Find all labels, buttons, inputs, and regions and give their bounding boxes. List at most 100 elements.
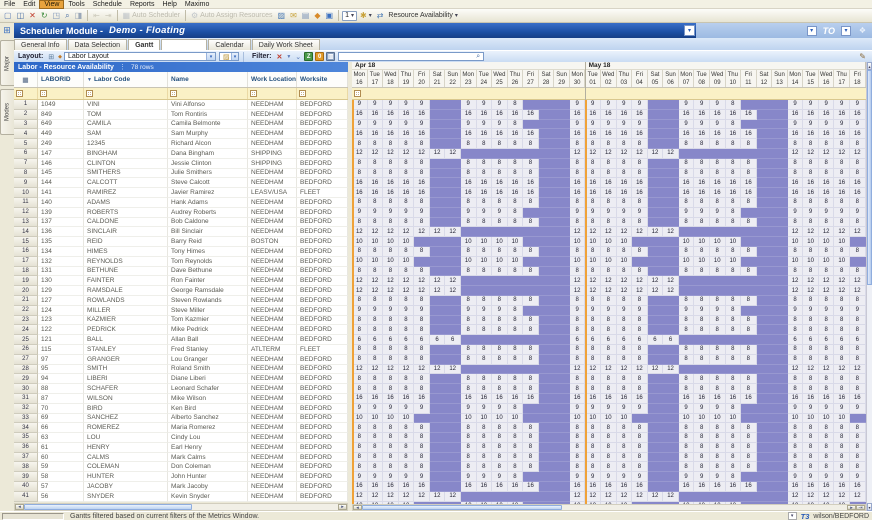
availability-cell[interactable]: 9 <box>850 119 866 130</box>
unavailable-cell[interactable] <box>523 207 539 218</box>
availability-cell[interactable]: 8 <box>632 217 648 228</box>
availability-cell[interactable]: 8 <box>507 384 524 394</box>
unavailable-cell[interactable] <box>647 188 664 198</box>
availability-cell[interactable]: 8 <box>507 344 524 355</box>
cell-name[interactable]: Javier Ramirez <box>168 188 248 198</box>
availability-cell[interactable]: 8 <box>492 139 508 149</box>
cell-worksite[interactable]: FLEET <box>297 188 348 198</box>
availability-cell[interactable]: 8 <box>616 374 633 385</box>
scroll-end-icon[interactable] <box>856 505 865 510</box>
availability-cell[interactable]: 12 <box>367 227 384 238</box>
unavailable-cell[interactable] <box>445 139 461 149</box>
unavailable-cell[interactable] <box>554 403 570 414</box>
unavailable-cell[interactable] <box>538 178 555 189</box>
cell-name[interactable]: Tom Kazmier <box>168 315 248 326</box>
unavailable-cell[interactable] <box>554 246 570 257</box>
availability-cell[interactable]: 10 <box>383 237 399 247</box>
availability-cell[interactable]: 8 <box>694 384 710 394</box>
mail-icon[interactable]: ✉ <box>288 10 299 22</box>
table-row[interactable]: 14 136 SINCLAIR Bill Sinclair NEEDHAM BEDFORD <box>14 227 348 238</box>
availability-cell[interactable]: 6 <box>352 335 368 345</box>
availability-cell[interactable]: 16 <box>492 188 508 198</box>
availability-cell[interactable]: 16 <box>725 482 742 492</box>
availability-cell[interactable]: 8 <box>694 354 710 365</box>
availability-cell[interactable]: 9 <box>367 403 384 414</box>
availability-cell[interactable]: 10 <box>383 413 399 424</box>
unavailable-cell[interactable] <box>756 100 773 110</box>
availability-cell[interactable]: 8 <box>476 217 493 228</box>
cell-worklocation[interactable]: NEEDHAM <box>248 393 297 404</box>
cell-laborid[interactable]: 122 <box>38 325 84 336</box>
unavailable-cell[interactable] <box>445 256 461 267</box>
availability-cell[interactable]: 8 <box>476 315 493 326</box>
unavailable-cell[interactable] <box>756 168 773 179</box>
availability-cell[interactable]: 10 <box>834 256 850 267</box>
unavailable-cell[interactable] <box>523 335 539 345</box>
unavailable-cell[interactable] <box>772 237 788 247</box>
availability-cell[interactable]: 9 <box>492 100 508 110</box>
table-row[interactable]: 29 94 LIBERI Diane Liberi NEEDHAM BEDFORD <box>14 374 348 385</box>
availability-cell[interactable]: 16 <box>507 482 524 492</box>
cell-worklocation[interactable]: NEEDHAM <box>248 295 297 306</box>
table-row[interactable]: 34 66 ROMEREZ Maria Romerez NEEDHAM BEDFORD <box>14 423 348 434</box>
unavailable-cell[interactable] <box>554 227 570 238</box>
availability-cell[interactable]: 8 <box>367 295 384 306</box>
filter-box-icon[interactable] <box>86 90 93 97</box>
availability-cell[interactable]: 12 <box>445 227 461 238</box>
unavailable-cell[interactable] <box>647 246 664 257</box>
unavailable-cell[interactable] <box>523 491 539 502</box>
availability-cell[interactable]: 10 <box>569 237 586 247</box>
cell-worklocation[interactable]: NEEDHAM <box>248 442 297 453</box>
unavailable-cell[interactable] <box>554 325 570 336</box>
availability-cell[interactable]: 12 <box>803 286 819 296</box>
unavailable-cell[interactable] <box>756 276 773 287</box>
availability-cell[interactable]: 16 <box>834 129 850 140</box>
availability-cell[interactable]: 8 <box>569 217 586 228</box>
table-row[interactable]: 32 70 BIRD Ken Bird NEEDHAM BEDFORD <box>14 403 348 414</box>
availability-cell[interactable]: 10 <box>834 413 850 424</box>
availability-cell[interactable]: 12 <box>616 286 633 296</box>
unavailable-cell[interactable] <box>429 325 446 336</box>
availability-cell[interactable]: 12 <box>352 276 368 287</box>
availability-cell[interactable]: 8 <box>352 462 368 473</box>
unavailable-cell[interactable] <box>647 403 664 414</box>
unavailable-cell[interactable] <box>538 325 555 336</box>
availability-cell[interactable]: 8 <box>725 295 742 306</box>
availability-cell[interactable]: 16 <box>569 393 586 404</box>
availability-cell[interactable]: 8 <box>507 119 524 130</box>
filter-search-combo[interactable]: ⌕ <box>338 52 485 61</box>
availability-cell[interactable]: 8 <box>694 315 710 326</box>
unavailable-cell[interactable] <box>554 119 570 130</box>
availability-cell[interactable]: 10 <box>367 237 384 247</box>
availability-cell[interactable]: 8 <box>694 344 710 355</box>
cell-name[interactable]: Alberto Sanchez <box>168 413 248 424</box>
availability-cell[interactable]: 16 <box>678 482 695 492</box>
unavailable-cell[interactable] <box>554 217 570 228</box>
availability-cell[interactable]: 6 <box>601 335 617 345</box>
availability-cell[interactable]: 16 <box>616 109 633 120</box>
availability-cell[interactable]: 8 <box>834 374 850 385</box>
row-number-cell[interactable]: 13 <box>14 217 38 228</box>
availability-cell[interactable]: 8 <box>414 168 430 179</box>
table-row[interactable]: 10 141 RAMIREZ Javier Ramirez LEASV/USA FLEET <box>14 188 348 198</box>
unavailable-cell[interactable] <box>756 207 773 218</box>
availability-cell[interactable]: 8 <box>725 139 742 149</box>
availability-cell[interactable]: 8 <box>507 295 524 306</box>
availability-cell[interactable]: 8 <box>460 315 477 326</box>
availability-cell[interactable]: 8 <box>569 315 586 326</box>
availability-cell[interactable]: 8 <box>383 452 399 463</box>
availability-cell[interactable]: 8 <box>507 246 524 257</box>
cell-name[interactable]: Mark Jacoby <box>168 482 248 492</box>
availability-cell[interactable]: 8 <box>585 325 601 336</box>
availability-cell[interactable]: 9 <box>352 305 368 316</box>
availability-cell[interactable]: 8 <box>803 266 819 277</box>
availability-cell[interactable]: 8 <box>383 433 399 443</box>
unavailable-cell[interactable] <box>476 335 493 345</box>
availability-cell[interactable]: 16 <box>787 129 804 140</box>
scroll-down-arrow-icon[interactable] <box>867 503 872 511</box>
availability-cell[interactable]: 8 <box>492 344 508 355</box>
unavailable-cell[interactable] <box>741 227 757 238</box>
cell-worklocation[interactable]: NEEDHAM <box>248 256 297 267</box>
cell-worksite[interactable]: BEDFORD <box>297 207 348 218</box>
availability-cell[interactable]: 16 <box>367 188 384 198</box>
